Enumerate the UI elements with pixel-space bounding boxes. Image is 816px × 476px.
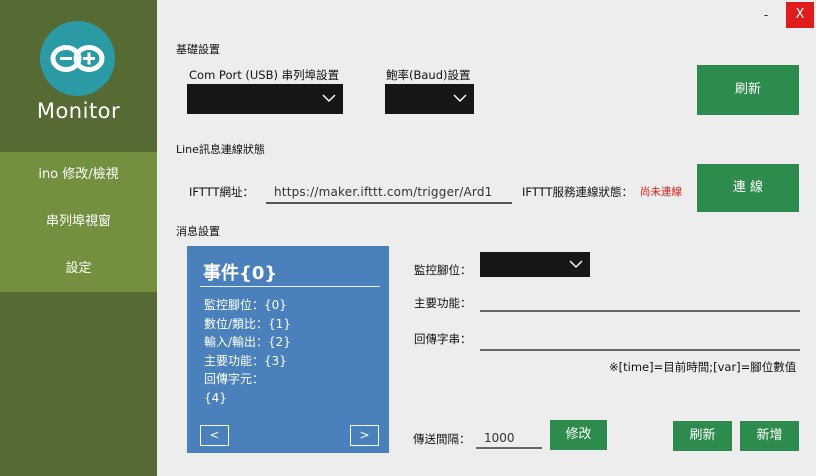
event-card-divider xyxy=(200,286,380,287)
chevron-down-icon xyxy=(569,260,583,269)
close-button[interactable]: X xyxy=(786,2,814,28)
sidebar-item-settings[interactable]: 設定 xyxy=(0,246,157,292)
service-status-label: IFTTT服務連線狀態： xyxy=(522,185,633,199)
add-event-button[interactable]: 新增 xyxy=(740,421,799,451)
arduino-logo-icon xyxy=(40,21,115,96)
event-line-digital-analog: 數位/類比：{1} xyxy=(204,316,291,331)
minimize-button[interactable]: - xyxy=(752,2,780,28)
event-card: 事件{0} 監控腳位：{0} 數位/類比：{1} 輸入/輸出：{2} 主要功能：… xyxy=(187,246,389,453)
event-card-title: 事件{0} xyxy=(203,263,278,284)
refresh-port-button[interactable]: 刷新 xyxy=(697,65,799,115)
sidebar: Monitor ino 修改/檢視 串列埠視窗 設定 xyxy=(0,0,157,476)
brand-area: Monitor xyxy=(0,0,157,150)
com-port-select[interactable] xyxy=(187,84,343,114)
chevron-down-icon xyxy=(453,94,467,103)
event-line-monitor-pin: 監控腳位：{0} xyxy=(204,298,287,312)
placeholder-hint: ※[time]=目前時間;[var]=腳位數值 xyxy=(609,360,797,374)
ifttt-url-input[interactable]: https://maker.ifttt.com/trigger/Ard1 xyxy=(266,182,512,204)
refresh-events-button[interactable]: 刷新 xyxy=(673,421,732,451)
main-function-input[interactable] xyxy=(480,294,800,312)
event-line-return-chars: 回傳字元： xyxy=(204,372,265,386)
monitor-pin-select[interactable] xyxy=(480,252,590,277)
baud-select[interactable] xyxy=(385,84,474,114)
monitor-pin-label: 監控腳位： xyxy=(414,263,472,277)
send-interval-input[interactable]: 1000 xyxy=(476,429,542,449)
event-line-input-output: 輸入/輸出：{2} xyxy=(204,335,291,349)
sidebar-nav: ino 修改/檢視 串列埠視窗 設定 xyxy=(0,152,157,292)
com-port-label: Com Port (USB) 串列埠設置 xyxy=(189,68,340,82)
sidebar-item-serial-monitor[interactable]: 串列埠視窗 xyxy=(0,199,157,245)
ifttt-url-label: IFTTT網址： xyxy=(189,185,254,199)
modify-button[interactable]: 修改 xyxy=(550,420,607,450)
connect-button[interactable]: 連 線 xyxy=(697,164,799,212)
line-status-title: Line訊息連線狀態 xyxy=(176,143,265,156)
send-interval-label: 傳送間隔： xyxy=(413,432,471,446)
message-settings-title: 消息設置 xyxy=(176,225,220,238)
event-line-main-function: 主要功能：{3} xyxy=(204,353,287,368)
event-card-details: 監控腳位：{0} 數位/類比：{1} 輸入/輸出：{2} 主要功能：{3} 回傳… xyxy=(204,296,291,407)
sidebar-item-ino-edit[interactable]: ino 修改/檢視 xyxy=(0,152,157,198)
main-function-label: 主要功能： xyxy=(414,296,472,310)
prev-event-button[interactable]: < xyxy=(200,425,229,446)
baud-label: 鮑率(Baud)設置 xyxy=(386,68,471,82)
return-string-input[interactable] xyxy=(480,333,800,351)
basic-settings-title: 基礎設置 xyxy=(176,43,220,56)
next-event-button[interactable]: > xyxy=(350,425,379,446)
return-string-label: 回傳字串： xyxy=(414,332,472,346)
app-name: Monitor xyxy=(36,99,121,123)
chevron-down-icon xyxy=(322,94,336,103)
event-line-return-value: {4} xyxy=(204,390,227,405)
service-status-value: 尚未連線 xyxy=(640,186,682,198)
